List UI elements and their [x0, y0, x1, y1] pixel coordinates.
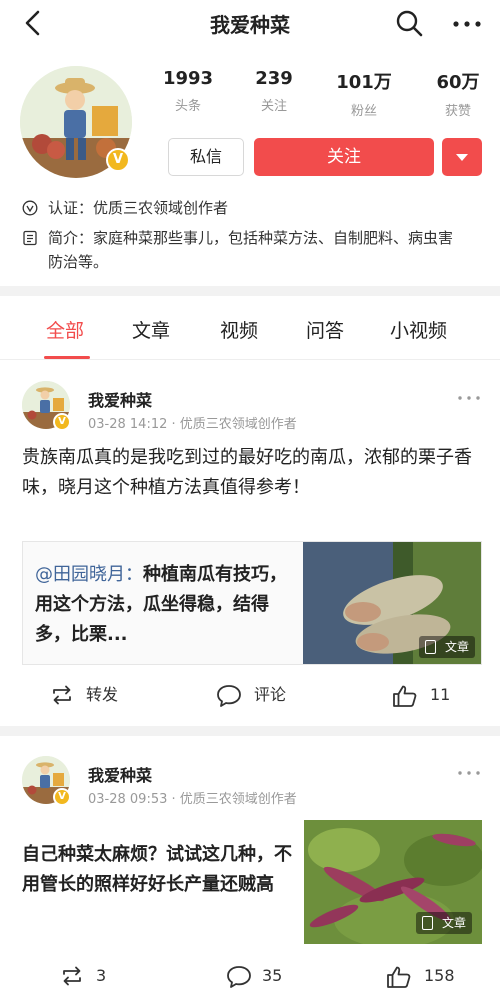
content-tabs: 全部 文章 视频 问答 小视频: [0, 296, 500, 360]
stat-label: 关注: [260, 99, 287, 114]
comment-icon: [227, 966, 251, 988]
post-text[interactable]: 贵族南瓜真的是我吃到过的最好吃的南瓜，浓郁的栗子香味，晓月这个种植方法真值得参考…: [22, 443, 482, 503]
tab-all[interactable]: 全部: [46, 316, 84, 343]
post-more-icon[interactable]: [456, 766, 482, 780]
top-nav-bar: 我爱种菜: [0, 0, 500, 46]
intro-label: 简介：: [48, 229, 94, 247]
comment-button[interactable]: 35: [226, 956, 296, 996]
certification-label: 认证：: [48, 199, 94, 217]
post-meta: 03-28 14:12 · 优质三农领域创作者: [88, 417, 297, 432]
stat-label: 头条: [174, 99, 201, 114]
profile-stats: 1993 头条 239 关注 101万 粉丝 60万 获赞: [160, 68, 490, 119]
article-type-label: 文章: [441, 916, 466, 930]
article-doc-icon: [422, 916, 433, 930]
stat-label: 获赞: [444, 104, 471, 119]
page-title: 我爱种菜: [210, 13, 290, 37]
repost-count: 3: [96, 966, 107, 985]
section-divider: [0, 286, 500, 296]
quoted-author-mention[interactable]: @田园晓月：: [35, 564, 143, 585]
repost-icon: [53, 685, 71, 705]
like-count: 11: [430, 685, 451, 704]
stat-value: 101万: [336, 72, 392, 93]
comment-label: 评论: [254, 685, 287, 704]
profile-header: V 1993 头条 239 关注 101万 粉丝 60万 获赞 私信 关注 认证…: [0, 46, 500, 286]
article-type-badge: 文章: [416, 912, 472, 934]
triangle-down-icon: [456, 154, 468, 161]
comment-icon: [217, 685, 241, 707]
post-headline[interactable]: 自己种菜太麻烦？试试这几种，不用管长的照样好好长产量还贼高: [22, 840, 292, 900]
feed-post: V 我爱种菜 03-28 14:12 · 优质三农领域创作者 贵族南瓜真的是我吃…: [0, 361, 500, 726]
post-actions: 转发 评论 11: [0, 675, 500, 715]
stat-value: 1993: [162, 68, 214, 89]
article-type-badge: 文章: [419, 636, 475, 658]
comment-count: 35: [262, 966, 283, 985]
section-divider: [0, 726, 500, 736]
stat-followers[interactable]: 101万 粉丝: [324, 68, 404, 119]
intro-value: 家庭种菜那些事儿，包括种菜方法、自制肥料、病虫害防治等。: [48, 229, 454, 271]
stat-following[interactable]: 239 关注: [234, 68, 314, 114]
repost-icon: [63, 966, 81, 986]
tab-articles[interactable]: 文章: [132, 316, 170, 343]
quoted-article-text: @田园晓月：种植南瓜有技巧，用这个方法，瓜坐得稳，结得多，比栗...: [35, 560, 297, 650]
verified-badge-icon: V: [53, 788, 71, 806]
verified-badge-icon: V: [53, 413, 71, 431]
post-meta: 03-28 09:53 · 优质三农领域创作者: [88, 792, 297, 807]
like-button[interactable]: 11: [392, 675, 462, 715]
quoted-article-thumbnail: 文章: [303, 542, 481, 664]
repost-button[interactable]: 转发: [50, 675, 130, 715]
stat-label: 粉丝: [350, 104, 377, 119]
follow-dropdown-button[interactable]: [442, 138, 482, 176]
thumbs-up-icon: [393, 685, 417, 707]
stat-likes[interactable]: 60万 获赞: [418, 68, 498, 119]
thumbs-up-icon: [387, 966, 411, 988]
post-author-name[interactable]: 我爱种菜: [88, 762, 152, 786]
certification-icon: [22, 200, 38, 216]
tab-videos[interactable]: 视频: [220, 316, 258, 343]
stat-articles[interactable]: 1993 头条: [148, 68, 228, 114]
like-count: 158: [424, 966, 455, 985]
quoted-article-card[interactable]: @田园晓月：种植南瓜有技巧，用这个方法，瓜坐得稳，结得多，比栗... 文章: [22, 541, 482, 665]
document-icon: [23, 230, 37, 246]
more-options-icon[interactable]: [450, 8, 484, 38]
active-tab-indicator: [44, 356, 90, 359]
certification-value: 优质三农领域创作者: [93, 199, 229, 217]
like-button[interactable]: 158: [386, 956, 466, 996]
repost-label: 转发: [86, 685, 119, 704]
certification-text: 认证：优质三农领域创作者: [48, 196, 468, 220]
stat-value: 60万: [436, 72, 480, 93]
tab-qa[interactable]: 问答: [306, 316, 344, 343]
tab-short-videos[interactable]: 小视频: [390, 316, 447, 343]
feed-post: V 我爱种菜 03-28 09:53 · 优质三农领域创作者 自己种菜太麻烦？试…: [0, 736, 500, 997]
post-thumbnail[interactable]: 文章: [304, 820, 482, 944]
verified-badge-icon: V: [106, 148, 130, 172]
stat-value: 239: [255, 68, 293, 89]
article-type-label: 文章: [444, 640, 469, 654]
comment-button[interactable]: 评论: [216, 675, 306, 715]
post-actions: 3 35 158: [0, 956, 500, 996]
message-button[interactable]: 私信: [168, 138, 244, 176]
repost-button[interactable]: 3: [60, 956, 120, 996]
search-icon[interactable]: [394, 8, 424, 38]
intro-text: 简介：家庭种菜那些事儿，包括种菜方法、自制肥料、病虫害防治等。: [48, 226, 468, 274]
follow-button[interactable]: 关注: [254, 138, 434, 176]
post-more-icon[interactable]: [456, 391, 482, 405]
post-author-name[interactable]: 我爱种菜: [88, 387, 152, 411]
article-doc-icon: [425, 640, 436, 654]
